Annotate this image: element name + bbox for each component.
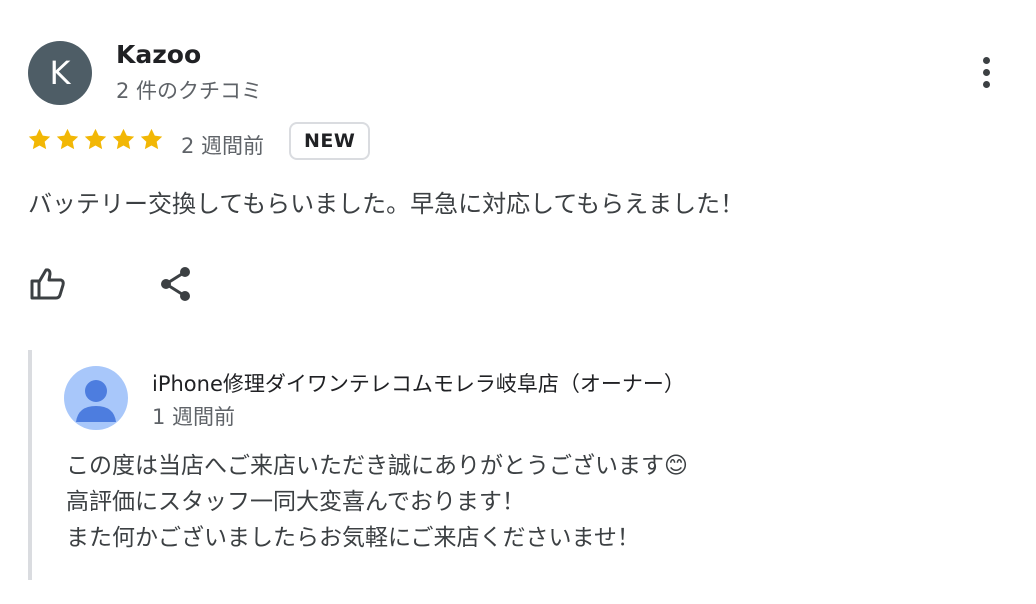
reply-line: この度は当店へご来店いただき誠にありがとうございます😊 xyxy=(66,453,688,479)
share-icon xyxy=(161,267,190,301)
reply-divider xyxy=(28,350,32,580)
thumb-up-icon xyxy=(30,268,65,300)
more-vert-icon-dot xyxy=(982,81,990,88)
reply-line: 高評価にスタッフ一同大変喜んでおります！ xyxy=(66,489,525,515)
reviewer-avatar[interactable]: K xyxy=(28,41,92,105)
star-icon xyxy=(28,128,51,150)
reviewer-review-count: 2 件のクチコミ xyxy=(116,79,263,103)
more-vert-icon xyxy=(982,57,990,64)
person-icon xyxy=(76,380,116,422)
share-button[interactable] xyxy=(158,264,194,304)
reply-line: また何かございましたらお気軽にご来店くださいませ！ xyxy=(66,525,640,551)
review-time: 2 週間前 xyxy=(181,134,265,158)
owner-reply-text: この度は当店へご来店いただき誠にありがとうございます😊 高評価にスタッフ一同大変… xyxy=(66,448,688,556)
more-options-button[interactable] xyxy=(968,52,1004,96)
like-button[interactable] xyxy=(28,264,68,304)
star-icon xyxy=(140,128,163,150)
review-text: バッテリー交換してもらいました。早急に対応してもらえました！ xyxy=(28,190,745,218)
owner-reply-time: 1 週間前 xyxy=(152,405,236,429)
new-badge: NEW xyxy=(289,122,371,160)
owner-avatar[interactable] xyxy=(64,366,128,430)
star-icon xyxy=(56,128,79,150)
owner-name[interactable]: iPhone修理ダイワンテレコムモレラ岐阜店（オーナー） xyxy=(152,368,685,398)
star-icon xyxy=(84,128,107,150)
star-rating xyxy=(26,126,165,153)
star-icon xyxy=(112,128,135,150)
reviewer-name[interactable]: Kazoo xyxy=(116,40,201,69)
more-vert-icon-dot xyxy=(982,69,990,76)
